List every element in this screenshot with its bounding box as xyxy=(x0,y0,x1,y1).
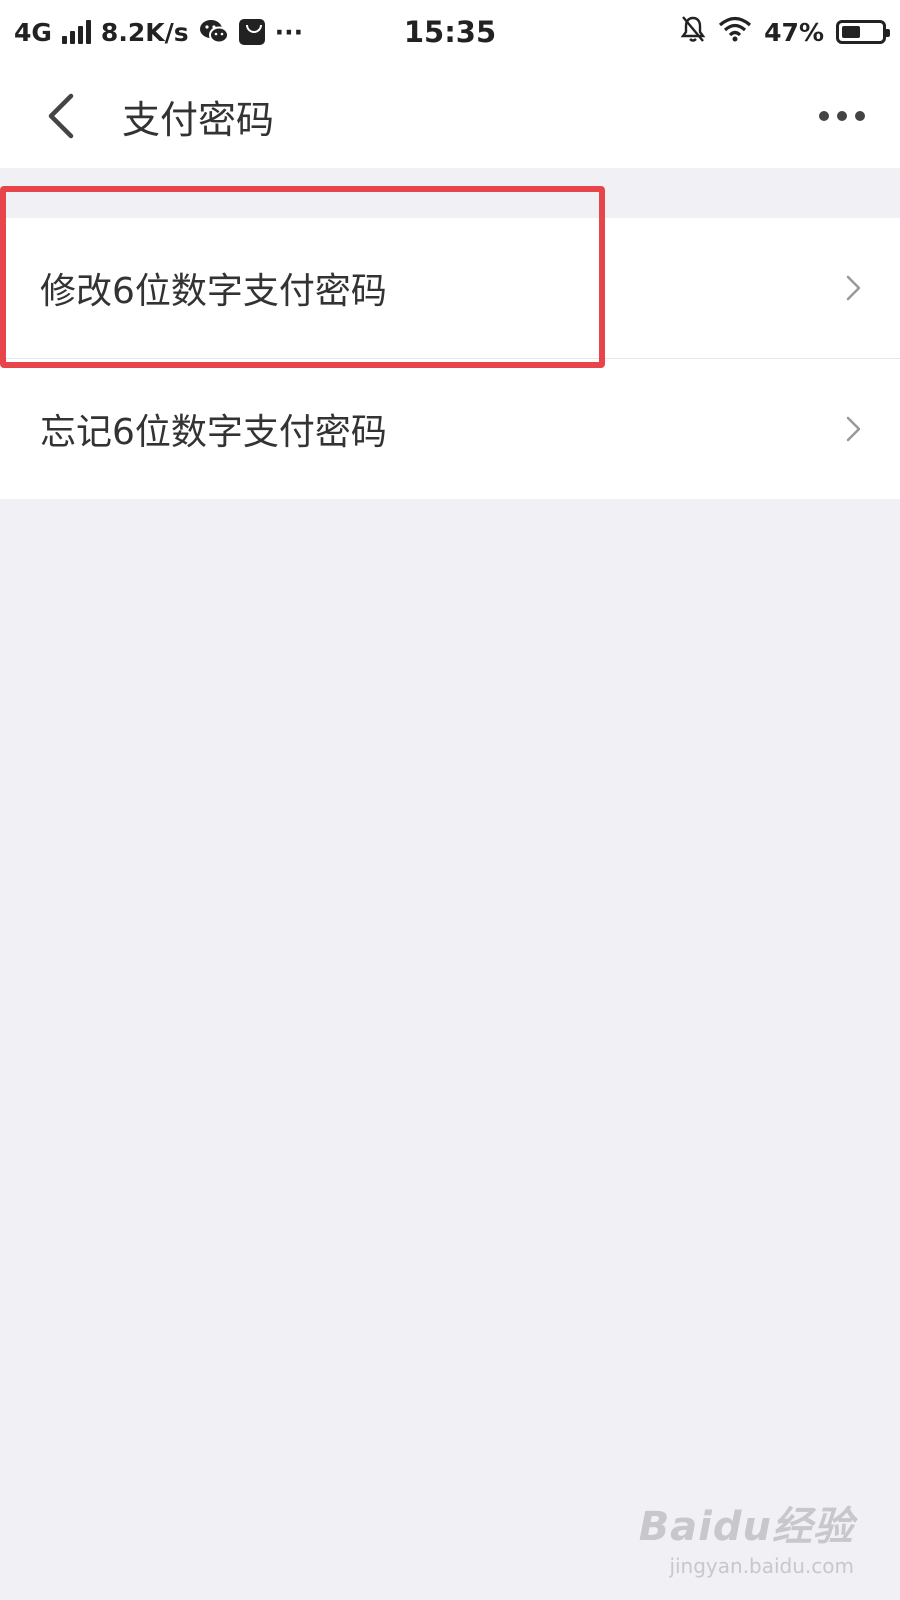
list-item-change-password[interactable]: 修改6位数字支付密码 xyxy=(0,218,900,358)
chevron-left-icon xyxy=(48,93,74,139)
shopping-bag-icon xyxy=(238,19,265,45)
back-button[interactable] xyxy=(30,84,90,148)
page-title: 支付密码 xyxy=(122,97,275,142)
battery-icon xyxy=(836,20,890,44)
wechat-icon xyxy=(199,18,229,46)
watermark-url: jingyan.baidu.com xyxy=(669,1554,854,1578)
status-right: 47% xyxy=(680,0,890,64)
status-left: 4G 8.2K/s ··· xyxy=(14,0,303,64)
signal-icon xyxy=(61,20,91,44)
chevron-right-icon xyxy=(846,275,861,301)
baidu-watermark: Baidu经验 jingyan.baidu.com xyxy=(639,1494,854,1578)
list-item-label: 忘记6位数字支付密码 xyxy=(40,412,387,453)
clock: 15:35 xyxy=(403,15,497,49)
battery-fill xyxy=(842,26,860,38)
password-options-list: 修改6位数字支付密码 忘记6位数字支付密码 xyxy=(0,218,900,499)
status-bar: 4G 8.2K/s ··· 15:35 47% xyxy=(0,0,900,64)
more-dot-icon xyxy=(837,111,847,121)
battery-percent: 47% xyxy=(764,17,824,47)
more-options-button[interactable] xyxy=(812,94,872,138)
wifi-icon xyxy=(718,16,752,48)
nav-bar: 支付密码 xyxy=(0,64,900,168)
more-dot-icon xyxy=(819,111,829,121)
network-speed: 8.2K/s xyxy=(100,17,189,47)
status-more: ··· xyxy=(274,17,304,47)
mute-bell-icon xyxy=(680,15,706,49)
list-item-forgot-password[interactable]: 忘记6位数字支付密码 xyxy=(0,358,900,499)
watermark-logo: Baidu经验 xyxy=(638,1504,854,1550)
more-dot-icon xyxy=(855,111,865,121)
list-item-label: 修改6位数字支付密码 xyxy=(40,271,387,312)
network-type: 4G xyxy=(14,17,52,47)
chevron-right-icon xyxy=(846,416,861,442)
